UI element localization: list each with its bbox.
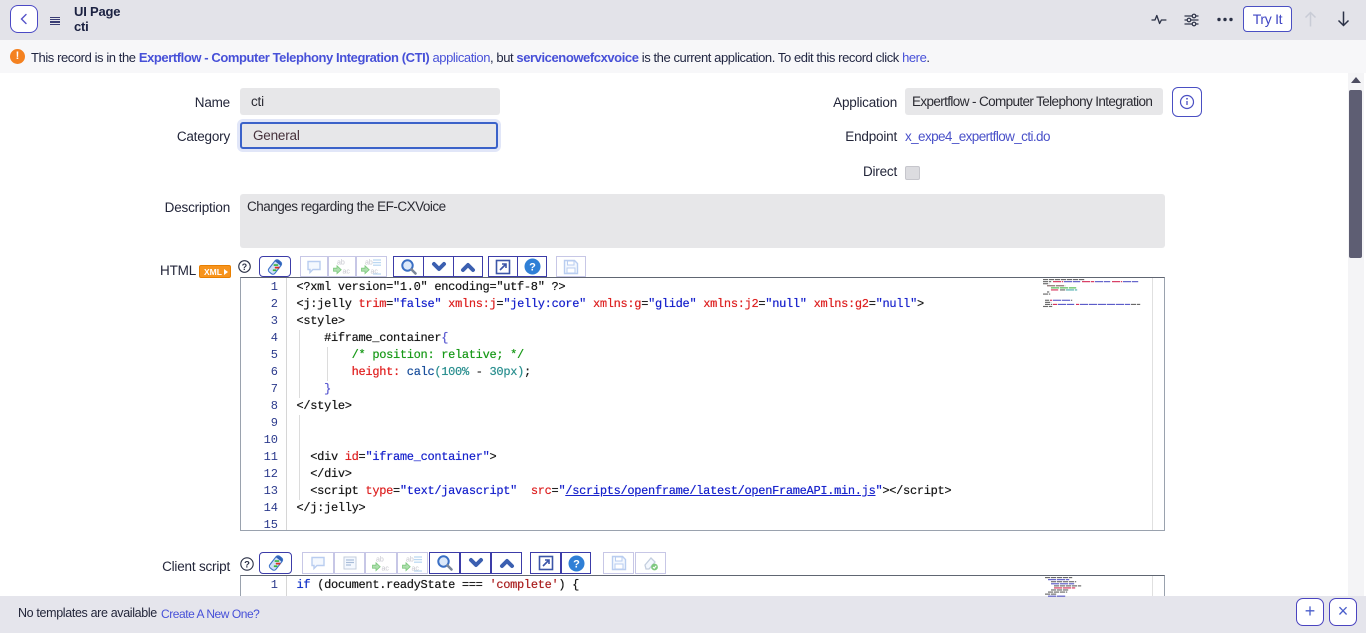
svg-text:ab: ab (376, 556, 384, 563)
svg-text:ac: ac (343, 269, 351, 276)
svg-text:?: ? (244, 560, 250, 571)
svg-text:?: ? (529, 262, 536, 274)
svg-text:ab: ab (365, 260, 373, 267)
svg-text:ac: ac (412, 565, 420, 572)
svg-text:?: ? (573, 558, 580, 570)
svg-text:?: ? (242, 262, 247, 272)
svg-text:ab: ab (337, 260, 345, 267)
svg-text:ab: ab (406, 556, 414, 563)
svg-text:ac: ac (382, 565, 390, 572)
svg-text:ac: ac (371, 269, 379, 276)
